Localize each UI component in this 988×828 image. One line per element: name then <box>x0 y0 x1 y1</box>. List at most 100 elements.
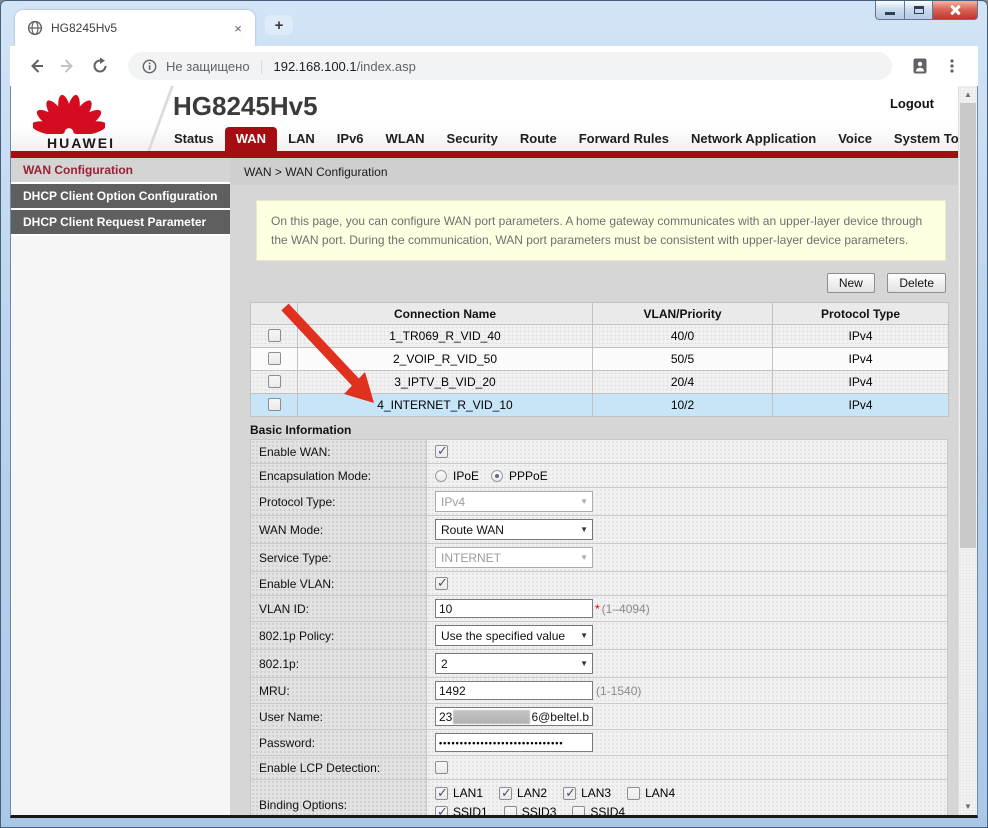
row-checkbox[interactable] <box>268 329 281 342</box>
nav-voice[interactable]: Voice <box>827 127 883 151</box>
dropdown-caret-icon: ▼ <box>580 631 588 640</box>
browser-menu-icon[interactable] <box>939 53 965 79</box>
select-column-header <box>251 303 298 325</box>
table-row[interactable]: 3_IPTV_B_VID_20 20/4 IPv4 <box>251 371 949 394</box>
enable-wan-checkbox[interactable] <box>435 445 448 458</box>
nav-ipv6[interactable]: IPv6 <box>326 127 375 151</box>
row-checkbox[interactable] <box>268 352 281 365</box>
minimize-icon <box>885 12 895 15</box>
sidebar-item-dhcp-request[interactable]: DHCP Client Request Parameter <box>11 210 230 236</box>
nav-forward-rules[interactable]: Forward Rules <box>568 127 680 151</box>
lan4-checkbox[interactable] <box>627 787 640 800</box>
brand-name: HUAWEI <box>33 135 129 151</box>
form-row-enable-vlan: Enable VLAN: <box>251 572 947 596</box>
col-vlan-priority: VLAN/Priority <box>593 303 773 325</box>
page-scrollbar[interactable]: ▲ ▼ <box>958 86 977 815</box>
breadcrumb: WAN > WAN Configuration <box>230 158 958 185</box>
tab-close-icon[interactable]: × <box>229 19 247 37</box>
lan2-checkbox[interactable] <box>499 787 512 800</box>
enable-vlan-checkbox[interactable] <box>435 577 448 590</box>
back-button[interactable] <box>23 53 49 79</box>
password-input[interactable]: •••••••••••••••••••••••••••••• <box>435 733 593 752</box>
new-tab-button[interactable]: + <box>265 15 293 35</box>
minimize-button[interactable] <box>875 1 905 20</box>
close-icon <box>949 4 961 16</box>
required-asterisk: * <box>595 602 600 616</box>
8021p-policy-select[interactable]: Use the specified value ▼ <box>435 625 593 646</box>
table-row[interactable]: 1_TR069_R_VID_40 40/0 IPv4 <box>251 325 949 348</box>
page-description: On this page, you can configure WAN port… <box>256 200 946 261</box>
user-name-input[interactable]: 236@beltel.b <box>435 707 593 726</box>
info-circle-icon[interactable] <box>142 59 157 74</box>
form-row-binding-options: Binding Options: LAN1 LAN2 LAN3 <box>251 780 947 815</box>
form-row-mru: MRU: 1492 (1-1540) <box>251 678 947 704</box>
protocol-type-select[interactable]: IPv4 ▼ <box>435 491 593 512</box>
refresh-button[interactable] <box>87 53 113 79</box>
new-button[interactable]: New <box>827 273 875 293</box>
pppoe-radio[interactable] <box>491 470 503 482</box>
tab-title: HG8245Hv5 <box>51 21 229 35</box>
form-row-enable-wan: Enable WAN: <box>251 440 947 464</box>
scrollbar-thumb[interactable] <box>960 103 976 548</box>
form-row-user-name: User Name: 236@beltel.b <box>251 704 947 730</box>
ipoe-radio[interactable] <box>435 470 447 482</box>
vlan-id-hint: (1–4094) <box>602 602 650 616</box>
nav-wan[interactable]: WAN <box>225 127 277 151</box>
table-row-selected[interactable]: 4_INTERNET_R_VID_10 10/2 IPv4 <box>251 394 949 417</box>
dropdown-caret-icon: ▼ <box>580 497 588 506</box>
ssid3-checkbox[interactable] <box>504 806 517 815</box>
row-checkbox[interactable] <box>268 375 281 388</box>
profile-badge-icon[interactable] <box>907 53 933 79</box>
forward-button[interactable] <box>55 53 81 79</box>
form-row-8021p-policy: 802.1p Policy: Use the specified value ▼ <box>251 622 947 650</box>
form-row-protocol-type: Protocol Type: IPv4 ▼ <box>251 488 947 516</box>
nav-status[interactable]: Status <box>163 127 225 151</box>
main-nav: Status WAN LAN IPv6 WLAN Security Route … <box>163 127 958 151</box>
ssid4-checkbox[interactable] <box>572 806 585 815</box>
sidebar-item-dhcp-option[interactable]: DHCP Client Option Configuration <box>11 184 230 210</box>
vlan-id-input[interactable]: 10 <box>435 599 593 618</box>
site-favicon-globe-icon <box>27 20 43 36</box>
lan3-label: LAN3 <box>581 786 611 800</box>
lan1-checkbox[interactable] <box>435 787 448 800</box>
8021p-select[interactable]: 2 ▼ <box>435 653 593 674</box>
sidebar-item-wan-configuration[interactable]: WAN Configuration <box>11 158 230 184</box>
col-connection-name: Connection Name <box>298 303 593 325</box>
nav-wlan[interactable]: WLAN <box>375 127 436 151</box>
mru-input[interactable]: 1492 <box>435 681 593 700</box>
address-separator: | <box>260 58 264 75</box>
scroll-up-icon[interactable]: ▲ <box>959 86 977 103</box>
title-bar: HG8245Hv5 × + <box>1 1 987 46</box>
row-checkbox[interactable] <box>268 398 281 411</box>
product-title: HG8245Hv5 <box>173 91 318 122</box>
ipoe-label: IPoE <box>453 469 479 483</box>
sidebar: WAN Configuration DHCP Client Option Con… <box>11 158 230 815</box>
close-button[interactable] <box>933 1 978 20</box>
lan3-checkbox[interactable] <box>563 787 576 800</box>
service-type-select[interactable]: INTERNET ▼ <box>435 547 593 568</box>
nav-route[interactable]: Route <box>509 127 568 151</box>
browser-tab[interactable]: HG8245Hv5 × <box>15 10 255 46</box>
delete-button[interactable]: Delete <box>887 273 946 293</box>
table-row[interactable]: 2_VOIP_R_VID_50 50/5 IPv4 <box>251 348 949 371</box>
basic-information-form: Enable WAN: Encapsulation Mode: IPoE PPP… <box>250 439 948 815</box>
lcp-checkbox[interactable] <box>435 761 448 774</box>
content-pane: WAN > WAN Configuration On this page, yo… <box>230 158 958 815</box>
nav-system-tools[interactable]: System Tools <box>883 127 958 151</box>
nav-security[interactable]: Security <box>436 127 509 151</box>
dropdown-caret-icon: ▼ <box>580 659 588 668</box>
scroll-down-icon[interactable]: ▼ <box>959 798 977 815</box>
section-basic-information: Basic Information <box>250 423 958 437</box>
ssid1-checkbox[interactable] <box>435 806 448 815</box>
nav-network-application[interactable]: Network Application <box>680 127 827 151</box>
wan-mode-select[interactable]: Route WAN ▼ <box>435 519 593 540</box>
table-actions: New Delete <box>230 273 946 294</box>
dropdown-caret-icon: ▼ <box>580 553 588 562</box>
nav-lan[interactable]: LAN <box>277 127 326 151</box>
router-header: HUAWEI HG8245Hv5 Logout Status WAN LAN I… <box>11 86 958 158</box>
url-path: /index.asp <box>357 59 416 74</box>
address-bar[interactable]: Не защищено | 192.168.100.1/index.asp <box>128 52 892 80</box>
logout-link[interactable]: Logout <box>890 96 934 111</box>
form-row-wan-mode: WAN Mode: Route WAN ▼ <box>251 516 947 544</box>
maximize-button[interactable] <box>905 1 933 20</box>
